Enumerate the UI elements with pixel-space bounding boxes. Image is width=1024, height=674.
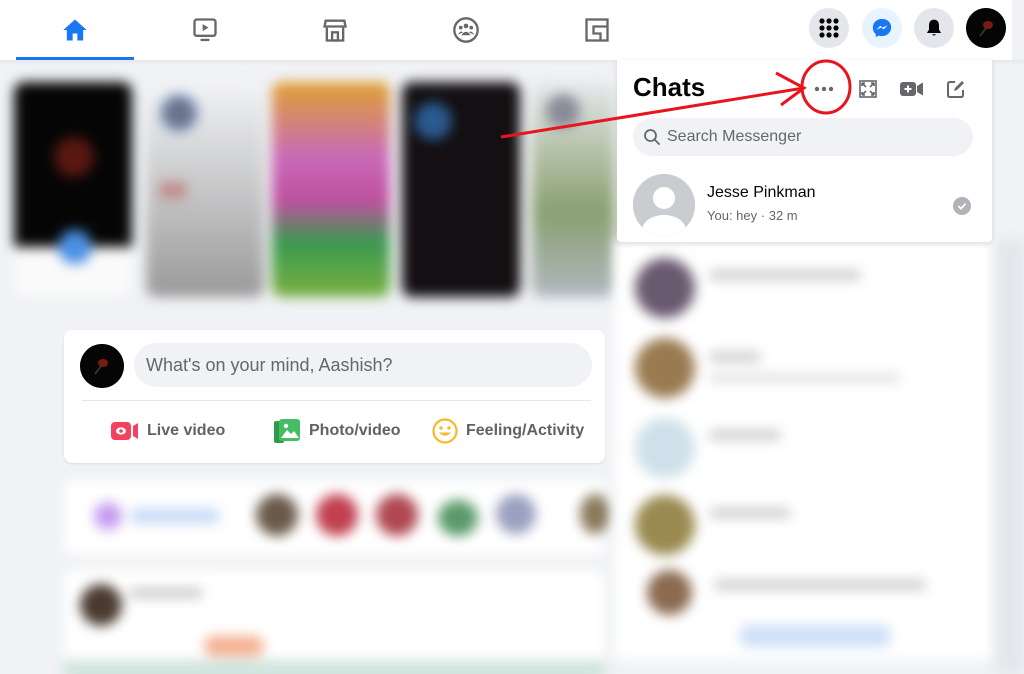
search-messenger-input[interactable] <box>667 128 957 146</box>
contact-name: Jesse Pinkman <box>707 184 816 201</box>
rooms-bar <box>64 480 610 555</box>
profile-avatar <box>966 8 1006 48</box>
checkmark-icon <box>957 202 967 210</box>
live-video-label: Live video <box>147 422 226 439</box>
compose-icon <box>947 81 964 98</box>
chat-options-button[interactable] <box>808 73 840 105</box>
messenger-button[interactable] <box>862 8 902 48</box>
story-card[interactable] <box>272 82 390 297</box>
scrollbar[interactable] <box>995 240 1024 674</box>
whats-on-your-mind-input[interactable]: What's on your mind, Aashish? <box>134 343 592 387</box>
post-composer: What's on your mind, Aashish? Live video… <box>64 330 605 463</box>
tab-groups[interactable] <box>407 0 525 60</box>
watch-icon <box>193 18 217 42</box>
contact-avatar <box>633 174 695 236</box>
photo-video-icon <box>274 419 300 443</box>
tab-marketplace[interactable] <box>276 0 394 60</box>
expand-icon <box>859 80 877 98</box>
more-options-icon <box>814 86 834 92</box>
separator: · <box>760 208 766 223</box>
top-navigation-bar <box>0 0 1012 60</box>
tab-gaming[interactable] <box>538 0 656 60</box>
seen-status <box>953 197 971 215</box>
live-video-icon <box>111 422 138 440</box>
stories-tray <box>10 82 615 307</box>
photo-video-button[interactable]: Photo/video <box>273 414 401 448</box>
home-icon <box>63 19 87 41</box>
chat-list-blurred <box>615 240 995 660</box>
tab-home[interactable] <box>16 0 134 60</box>
message-preview: You: hey · 32 m <box>707 208 798 223</box>
tab-watch[interactable] <box>146 0 264 60</box>
composer-divider <box>82 400 591 401</box>
composer-avatar[interactable] <box>80 344 124 388</box>
create-room-button[interactable] <box>896 73 928 105</box>
search-icon <box>644 129 660 145</box>
marketplace-icon <box>323 19 347 42</box>
default-avatar-icon <box>633 174 695 236</box>
messenger-search[interactable] <box>633 118 973 156</box>
live-video-button[interactable]: Live video <box>111 414 225 448</box>
feeling-activity-button[interactable]: Feeling/Activity <box>432 414 584 448</box>
photo-video-label: Photo/video <box>309 422 401 439</box>
gaming-icon <box>585 18 609 42</box>
chats-title: Chats <box>633 72 706 102</box>
account-button[interactable] <box>966 8 1006 48</box>
last-message: You: hey <box>707 208 758 223</box>
new-message-button[interactable] <box>940 73 972 105</box>
message-time: 32 m <box>768 208 798 223</box>
feeling-icon <box>432 418 458 444</box>
story-card[interactable] <box>532 82 615 297</box>
see-all-in-messenger-button[interactable] <box>852 73 884 105</box>
story-card[interactable] <box>402 82 520 297</box>
notifications-button[interactable] <box>914 8 954 48</box>
grid-menu-icon <box>819 18 839 38</box>
video-plus-icon <box>900 82 923 96</box>
feed-post <box>64 570 605 674</box>
feeling-activity-label: Feeling/Activity <box>466 422 585 439</box>
profile-avatar <box>80 344 124 388</box>
story-card[interactable] <box>146 82 264 297</box>
create-story-card[interactable] <box>14 82 132 297</box>
conversation-item[interactable]: Jesse Pinkman You: hey · 32 m <box>625 168 985 238</box>
chats-dropdown: Chats Jesse Pinkman You: hey · 32 m <box>617 60 992 242</box>
menu-button[interactable] <box>809 8 849 48</box>
bell-icon <box>926 19 942 36</box>
messenger-icon <box>872 18 892 38</box>
groups-icon <box>453 17 479 43</box>
